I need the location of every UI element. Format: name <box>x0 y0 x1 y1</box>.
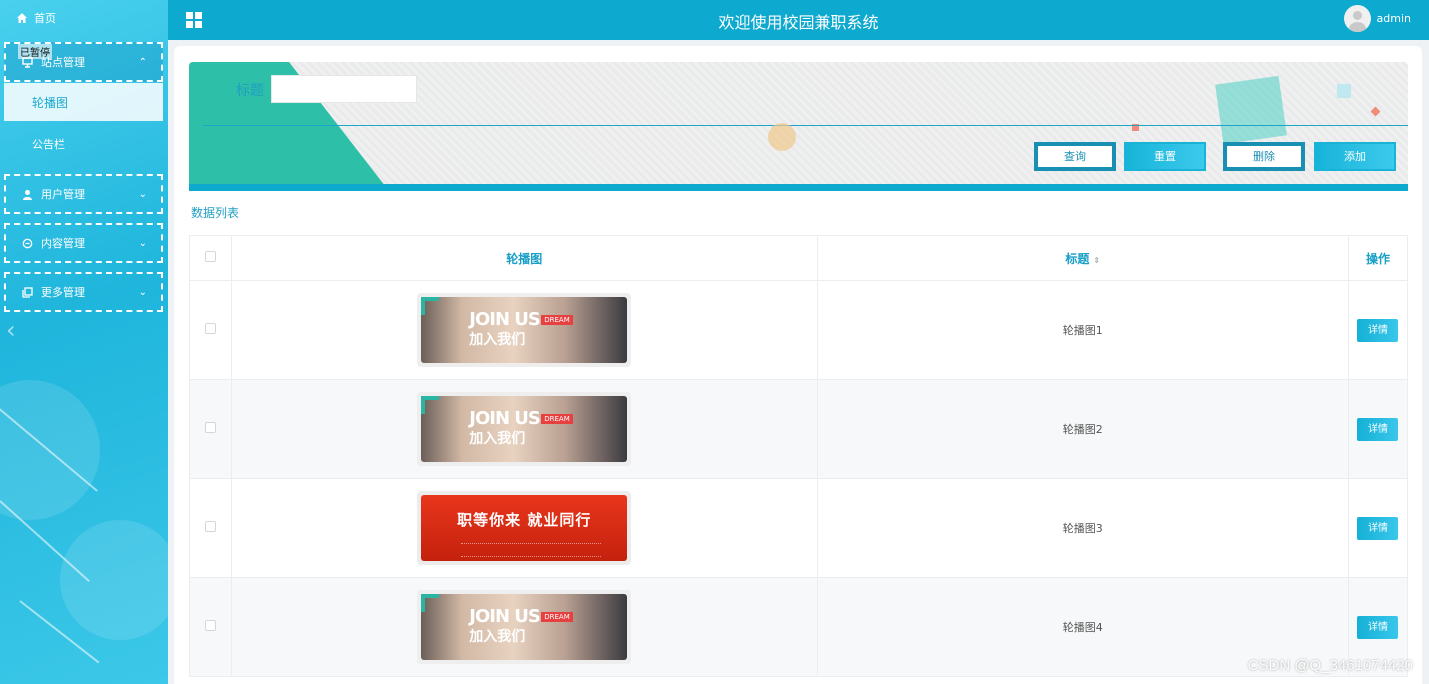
row-checkbox[interactable] <box>204 323 216 334</box>
cursor-highlight <box>768 123 796 151</box>
column-header-image: 轮播图 <box>230 235 818 281</box>
sidebar-group-label: 内容管理 <box>41 237 85 250</box>
image-text: 职等你来 就业同行 <box>457 511 592 529</box>
detail-button[interactable]: 详情 <box>1357 516 1399 540</box>
sidebar-item-carousel[interactable]: 轮播图 <box>4 83 163 121</box>
row-checkbox[interactable] <box>204 521 216 532</box>
watermark: CSDN @Q_3461074420 <box>1247 657 1413 674</box>
sidebar-group-label: 更多管理 <box>41 286 85 299</box>
table-row: JOIN US 加入我们 DREAM 轮播图4 详情 <box>189 577 1409 677</box>
paused-overlay: 已暂停 <box>18 44 52 59</box>
decor-shape <box>1370 106 1381 117</box>
avatar[interactable] <box>1343 5 1371 32</box>
table-row: 职等你来 就业同行 轮播图3 详情 <box>189 478 1409 578</box>
sidebar-group-content[interactable]: 内容管理 ⌄ <box>4 223 163 263</box>
reset-button[interactable]: 重置 <box>1124 142 1206 171</box>
query-button[interactable]: 查询 <box>1034 142 1116 171</box>
image-subtext: 加入我们 <box>469 431 526 447</box>
chevron-down-icon: ⌄ <box>138 286 147 298</box>
chevron-down-icon: ⌄ <box>138 237 147 249</box>
home-icon <box>17 13 27 23</box>
table-row: JOIN US 加入我们 DREAM 轮播图2 详情 <box>189 379 1409 479</box>
chevron-up-icon: ⌃ <box>138 56 147 68</box>
decor-shape <box>1337 84 1351 98</box>
divider <box>189 184 1408 191</box>
image-text: JOIN US <box>469 408 541 429</box>
table-row: JOIN US 加入我们 DREAM 轮播图1 详情 <box>189 280 1409 380</box>
chevron-left-icon[interactable]: ‹ <box>6 316 16 344</box>
sort-icon[interactable]: ⇕ <box>1093 256 1100 265</box>
add-button[interactable]: 添加 <box>1314 142 1396 171</box>
user-icon <box>23 189 32 200</box>
main-panel: 标题 查询 重置 删除 添加 数据列表 轮播图 标题 ⇕ 操作 JOIN US 加入… <box>174 46 1422 684</box>
image-text: JOIN US <box>469 606 541 627</box>
image-subtext: 加入我们 <box>469 332 526 348</box>
chat-icon <box>22 238 33 248</box>
user-menu[interactable]: admin <box>1343 5 1411 32</box>
title-filter-input[interactable] <box>271 75 417 103</box>
app-title: 欢迎使用校园兼职系统 <box>718 13 879 32</box>
top-bar: 欢迎使用校园兼职系统 admin <box>168 0 1429 40</box>
image-tag: DREAM <box>541 612 573 622</box>
carousel-image[interactable]: JOIN US 加入我们 DREAM <box>417 392 632 466</box>
chevron-down-icon: ⌄ <box>138 188 147 200</box>
sidebar-group-label: 站点管理 <box>41 56 85 69</box>
sidebar-item-label: 公告栏 <box>32 138 65 151</box>
decor-shape <box>1215 75 1287 145</box>
detail-button[interactable]: 详情 <box>1357 615 1399 639</box>
select-all-checkbox[interactable] <box>204 251 216 262</box>
column-header-label: 标题 <box>1065 251 1090 266</box>
row-checkbox[interactable] <box>204 620 216 631</box>
sidebar-group-more[interactable]: 更多管理 ⌄ <box>4 272 163 312</box>
column-header-title[interactable]: 标题 ⇕ <box>816 235 1349 281</box>
row-checkbox[interactable] <box>204 422 216 433</box>
image-text: JOIN US <box>469 309 541 330</box>
sidebar-group-label: 用户管理 <box>41 188 85 201</box>
image-tag: DREAM <box>541 414 573 424</box>
title-filter-label: 标题 <box>236 83 264 99</box>
row-title: 轮播图3 <box>816 478 1349 578</box>
row-title: 轮播图2 <box>816 379 1349 479</box>
image-tag: DREAM <box>541 315 573 325</box>
delete-button[interactable]: 删除 <box>1223 142 1305 171</box>
search-panel: 标题 查询 重置 删除 添加 <box>189 62 1408 191</box>
sidebar-item-label: 轮播图 <box>32 95 69 110</box>
row-title: 轮播图1 <box>816 280 1349 380</box>
detail-button[interactable]: 详情 <box>1357 417 1399 441</box>
sidebar-item-home[interactable]: 首页 <box>16 10 56 26</box>
sidebar-item-label: 首页 <box>34 12 56 25</box>
username: admin <box>1376 12 1411 25</box>
data-table: 轮播图 标题 ⇕ 操作 JOIN US 加入我们 DREAM 轮播图1 详情 JOIN… <box>189 235 1409 677</box>
detail-button[interactable]: 详情 <box>1357 318 1399 342</box>
image-subtext: 加入我们 <box>469 629 526 645</box>
decor-blob <box>60 520 168 640</box>
table-header-row: 轮播图 标题 ⇕ 操作 <box>189 235 1409 281</box>
carousel-image[interactable]: JOIN US 加入我们 DREAM <box>417 293 632 367</box>
carousel-image[interactable]: 职等你来 就业同行 <box>417 491 632 565</box>
sidebar-item-notice[interactable]: 公告栏 <box>4 125 163 163</box>
column-header-actions: 操作 <box>1347 235 1409 281</box>
carousel-image[interactable]: JOIN US 加入我们 DREAM <box>417 590 632 664</box>
divider <box>203 125 1408 126</box>
sidebar: 首页 站点管理 ⌃ 已暂停 轮播图 公告栏 用户管理 ⌄ 内容管理 ⌄ 更多管理… <box>0 0 168 684</box>
copy-icon <box>22 286 33 298</box>
list-title: 数据列表 <box>191 206 240 220</box>
sidebar-group-users[interactable]: 用户管理 ⌄ <box>4 174 163 214</box>
